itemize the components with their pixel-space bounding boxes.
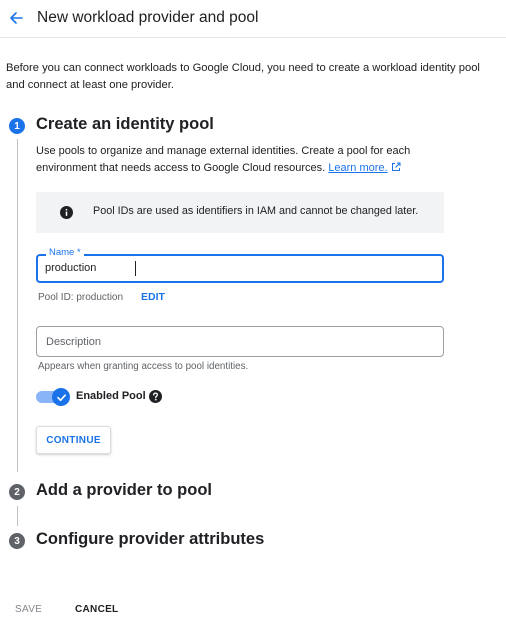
enabled-pool-label: Enabled Pool (76, 390, 146, 402)
page-header: New workload provider and pool (0, 0, 506, 38)
description-hint: Appears when granting access to pool ide… (38, 361, 249, 372)
edit-pool-id-button[interactable]: EDIT (141, 291, 165, 303)
info-banner: Pool IDs are used as identifiers in IAM … (36, 192, 444, 233)
step-2-number: 2 (9, 484, 25, 500)
check-icon (56, 393, 66, 401)
step-connector-1 (16, 139, 18, 472)
step-1-description: Use pools to organize and manage externa… (36, 143, 456, 177)
page-title: New workload provider and pool (37, 9, 259, 26)
name-field[interactable]: Name * (36, 247, 444, 283)
name-label: Name * (46, 247, 84, 259)
continue-button[interactable]: CONTINUE (36, 426, 111, 454)
help-icon[interactable] (149, 390, 162, 403)
step-connector-2 (16, 506, 18, 526)
step-1-title: Create an identity pool (36, 115, 214, 133)
back-button[interactable] (6, 8, 26, 28)
description-field[interactable] (36, 326, 444, 357)
step-2-title: Add a provider to pool (36, 481, 212, 499)
intro-text: Before you can connect workloads to Goog… (6, 62, 480, 91)
arrow-left-icon (10, 12, 23, 24)
external-link-icon (391, 162, 401, 171)
step-1-number: 1 (9, 118, 25, 134)
cancel-button[interactable]: CANCEL (75, 604, 118, 615)
pool-id-text: Pool ID: production (38, 292, 124, 303)
description-input[interactable] (46, 334, 426, 350)
save-button[interactable]: SAVE (15, 604, 42, 615)
workload-provider-page: New workload provider and pool Before yo… (0, 0, 506, 635)
toggle-knob (52, 388, 70, 406)
step-3-title: Configure provider attributes (36, 530, 265, 548)
step-3-number: 3 (9, 533, 25, 549)
text-cursor (135, 261, 136, 276)
name-input[interactable] (45, 259, 425, 277)
info-text: Pool IDs are used as identifiers in IAM … (93, 205, 419, 217)
learn-more-link[interactable]: Learn more. (328, 162, 387, 174)
enabled-pool-toggle[interactable] (36, 388, 70, 406)
info-icon (60, 206, 73, 219)
